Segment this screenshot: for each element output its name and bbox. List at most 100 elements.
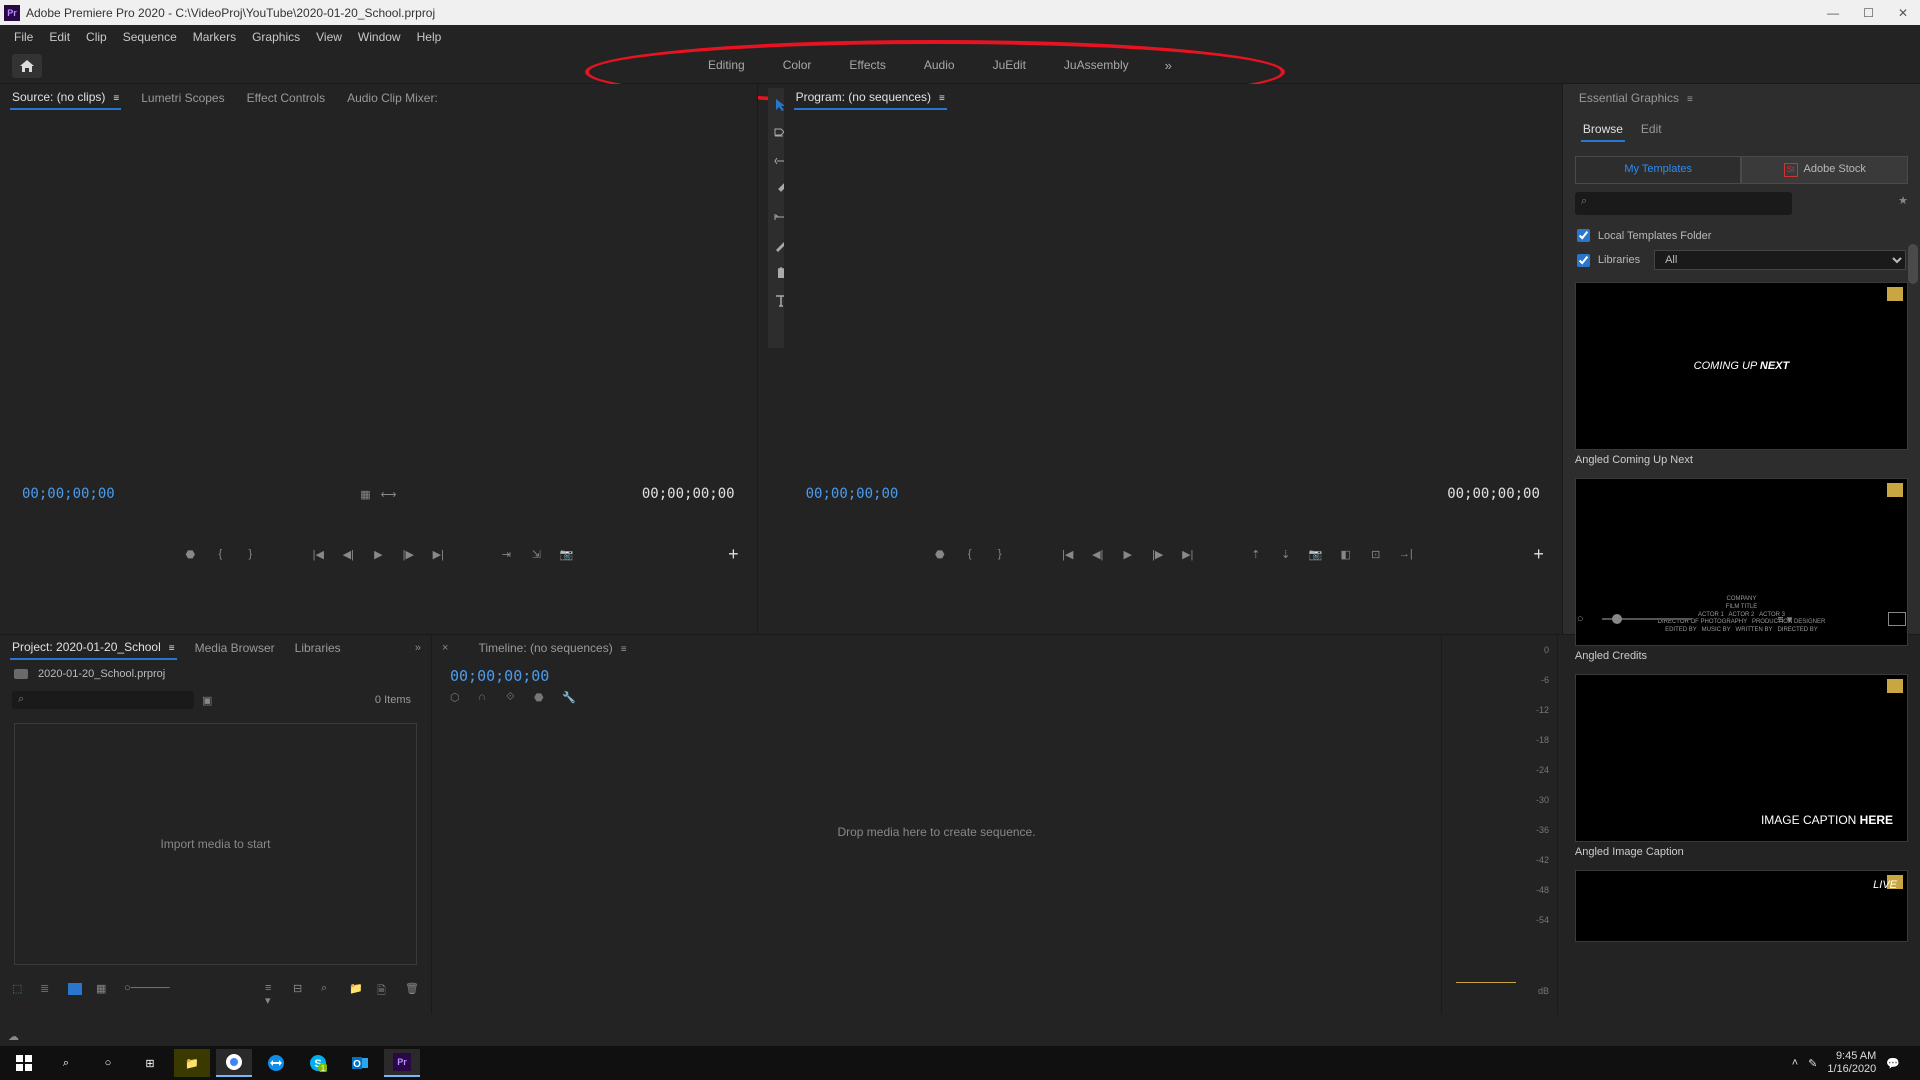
panel-menu-icon[interactable]: ≡ [1687, 94, 1693, 105]
template-search-input[interactable] [1575, 192, 1792, 215]
system-clock[interactable]: 9:45 AM 1/16/2020 [1827, 1050, 1876, 1076]
check-local-templates[interactable]: Local Templates Folder [1577, 229, 1906, 242]
tray-pen-icon[interactable]: ✎ [1808, 1057, 1817, 1070]
play-icon[interactable]: ▶ [1120, 546, 1136, 562]
skype-icon[interactable]: S1 [300, 1049, 336, 1077]
insert-icon[interactable]: ⇥ [498, 546, 514, 562]
workspace-juassembly[interactable]: JuAssembly [1056, 54, 1137, 77]
sort-icon[interactable]: ○ [1577, 613, 1584, 625]
safe-margin-icon[interactable]: ⊡ [1368, 546, 1384, 562]
tab-essential-graphics[interactable]: Essential Graphics≡ [1577, 87, 1695, 109]
add-marker-icon[interactable]: ⬣ [182, 546, 198, 562]
menu-clip[interactable]: Clip [78, 30, 115, 44]
new-item-icon[interactable]: 🗎 [377, 982, 391, 996]
freeform-view-icon[interactable]: ▦ [96, 982, 110, 996]
go-in-icon[interactable]: |◀ [310, 546, 326, 562]
cortana-button[interactable]: ○ [90, 1049, 126, 1077]
menu-help[interactable]: Help [409, 30, 450, 44]
panel-menu-icon[interactable]: ≡ [621, 644, 627, 655]
step-fwd-icon[interactable]: |▶ [1150, 546, 1166, 562]
step-back-icon[interactable]: ◀| [1090, 546, 1106, 562]
file-explorer-icon[interactable]: 📁 [174, 1049, 210, 1077]
settings-icon[interactable]: ⟷ [381, 488, 397, 501]
teamviewer-icon[interactable] [258, 1049, 294, 1077]
menu-markers[interactable]: Markers [185, 30, 244, 44]
mark-in-icon[interactable]: { [212, 546, 228, 562]
notifications-icon[interactable]: 💬 [1886, 1057, 1900, 1070]
export-frame-icon[interactable]: 📷 [1308, 546, 1324, 562]
premiere-icon[interactable]: Pr [384, 1049, 420, 1077]
menu-file[interactable]: File [6, 30, 41, 44]
button-editor-icon[interactable]: + [1533, 544, 1544, 565]
play-icon[interactable]: ▶ [370, 546, 386, 562]
subtab-edit[interactable]: Edit [1639, 118, 1664, 142]
write-toggle-icon[interactable]: ⬚ [12, 982, 26, 996]
project-drop-zone[interactable]: Import media to start [14, 723, 417, 965]
step-back-icon[interactable]: ◀| [340, 546, 356, 562]
link-icon[interactable]: ∩ [478, 691, 492, 705]
filter-bin-icon[interactable]: ▣ [202, 694, 212, 707]
check-libraries[interactable]: Libraries All [1577, 250, 1906, 270]
tab-media-browser[interactable]: Media Browser [193, 637, 277, 659]
timeline-timecode[interactable]: 00;00;00;00 [432, 661, 1441, 685]
home-button[interactable] [12, 54, 42, 78]
menu-graphics[interactable]: Graphics [244, 30, 308, 44]
tab-audio-clip-mixer[interactable]: Audio Clip Mixer: [345, 87, 440, 109]
program-timecode-left[interactable]: 00;00;00;00 [806, 486, 899, 502]
start-button[interactable] [6, 1049, 42, 1077]
find-icon[interactable]: ⌕ [321, 982, 335, 996]
workspace-juedit[interactable]: JuEdit [985, 54, 1034, 77]
task-view-button[interactable]: ⊞ [132, 1049, 168, 1077]
project-search-input[interactable] [12, 691, 194, 709]
step-fwd-icon[interactable]: |▶ [400, 546, 416, 562]
next-edit-icon[interactable]: →| [1398, 546, 1414, 562]
menu-edit[interactable]: Edit [41, 30, 78, 44]
fit-icon[interactable]: ▦ [360, 488, 370, 501]
tab-timeline[interactable]: Timeline: (no sequences)≡ [476, 637, 628, 659]
close-button[interactable]: ✕ [1898, 6, 1908, 20]
menu-view[interactable]: View [308, 30, 350, 44]
go-out-icon[interactable]: ▶| [1180, 546, 1196, 562]
minimize-button[interactable]: — [1827, 6, 1839, 20]
marker-icon[interactable]: ⟐ [506, 691, 520, 705]
close-tab-icon[interactable]: × [442, 642, 448, 654]
compare-icon[interactable]: ◧ [1338, 546, 1354, 562]
new-template-icon[interactable] [1888, 612, 1906, 626]
mark-in-icon[interactable]: { [962, 546, 978, 562]
favorites-icon[interactable]: ★ [1898, 192, 1908, 215]
go-out-icon[interactable]: ▶| [430, 546, 446, 562]
template-item[interactable]: LIVE [1575, 870, 1908, 942]
automate-icon[interactable]: ⊟ [293, 982, 307, 996]
list-view-icon[interactable]: ≡ ▾ [1777, 613, 1792, 626]
tab-effect-controls[interactable]: Effect Controls [245, 87, 327, 109]
panel-overflow-icon[interactable]: » [415, 642, 421, 654]
search-button[interactable]: ⌕ [48, 1049, 84, 1077]
snap-icon[interactable]: ⬡ [450, 691, 464, 705]
mark-out-icon[interactable]: } [992, 546, 1008, 562]
tab-lumetri-scopes[interactable]: Lumetri Scopes [139, 87, 226, 109]
menu-window[interactable]: Window [350, 30, 409, 44]
thumbnail-size-slider[interactable] [1602, 618, 1692, 620]
panel-menu-icon[interactable]: ≡ [939, 93, 945, 104]
libraries-select[interactable]: All [1654, 250, 1906, 270]
workspace-overflow[interactable]: » [1159, 54, 1178, 77]
template-item[interactable]: COMING UP NEXT Angled Coming Up Next [1575, 282, 1908, 470]
menu-sequence[interactable]: Sequence [115, 30, 185, 44]
delete-icon[interactable]: 🗑 [405, 982, 419, 996]
tab-my-templates[interactable]: My Templates [1575, 156, 1742, 184]
sync-icon[interactable]: ☁ [8, 1030, 19, 1043]
settings-icon[interactable]: ⬣ [534, 691, 548, 705]
overwrite-icon[interactable]: ⇲ [528, 546, 544, 562]
tab-project[interactable]: Project: 2020-01-20_School≡ [10, 636, 177, 660]
icon-view-icon[interactable] [68, 983, 82, 995]
tab-source[interactable]: Source: (no clips)≡ [10, 86, 121, 110]
source-timecode-left[interactable]: 00;00;00;00 [22, 486, 115, 502]
workspace-audio[interactable]: Audio [916, 54, 963, 77]
tab-adobe-stock[interactable]: StAdobe Stock [1741, 156, 1908, 184]
sort-icon[interactable]: ≡ ▾ [265, 982, 279, 996]
add-marker-icon[interactable]: ⬣ [932, 546, 948, 562]
go-in-icon[interactable]: |◀ [1060, 546, 1076, 562]
panel-menu-icon[interactable]: ≡ [169, 643, 175, 654]
list-view-icon[interactable]: ≣ [40, 982, 54, 996]
workspace-editing[interactable]: Editing [700, 54, 753, 77]
